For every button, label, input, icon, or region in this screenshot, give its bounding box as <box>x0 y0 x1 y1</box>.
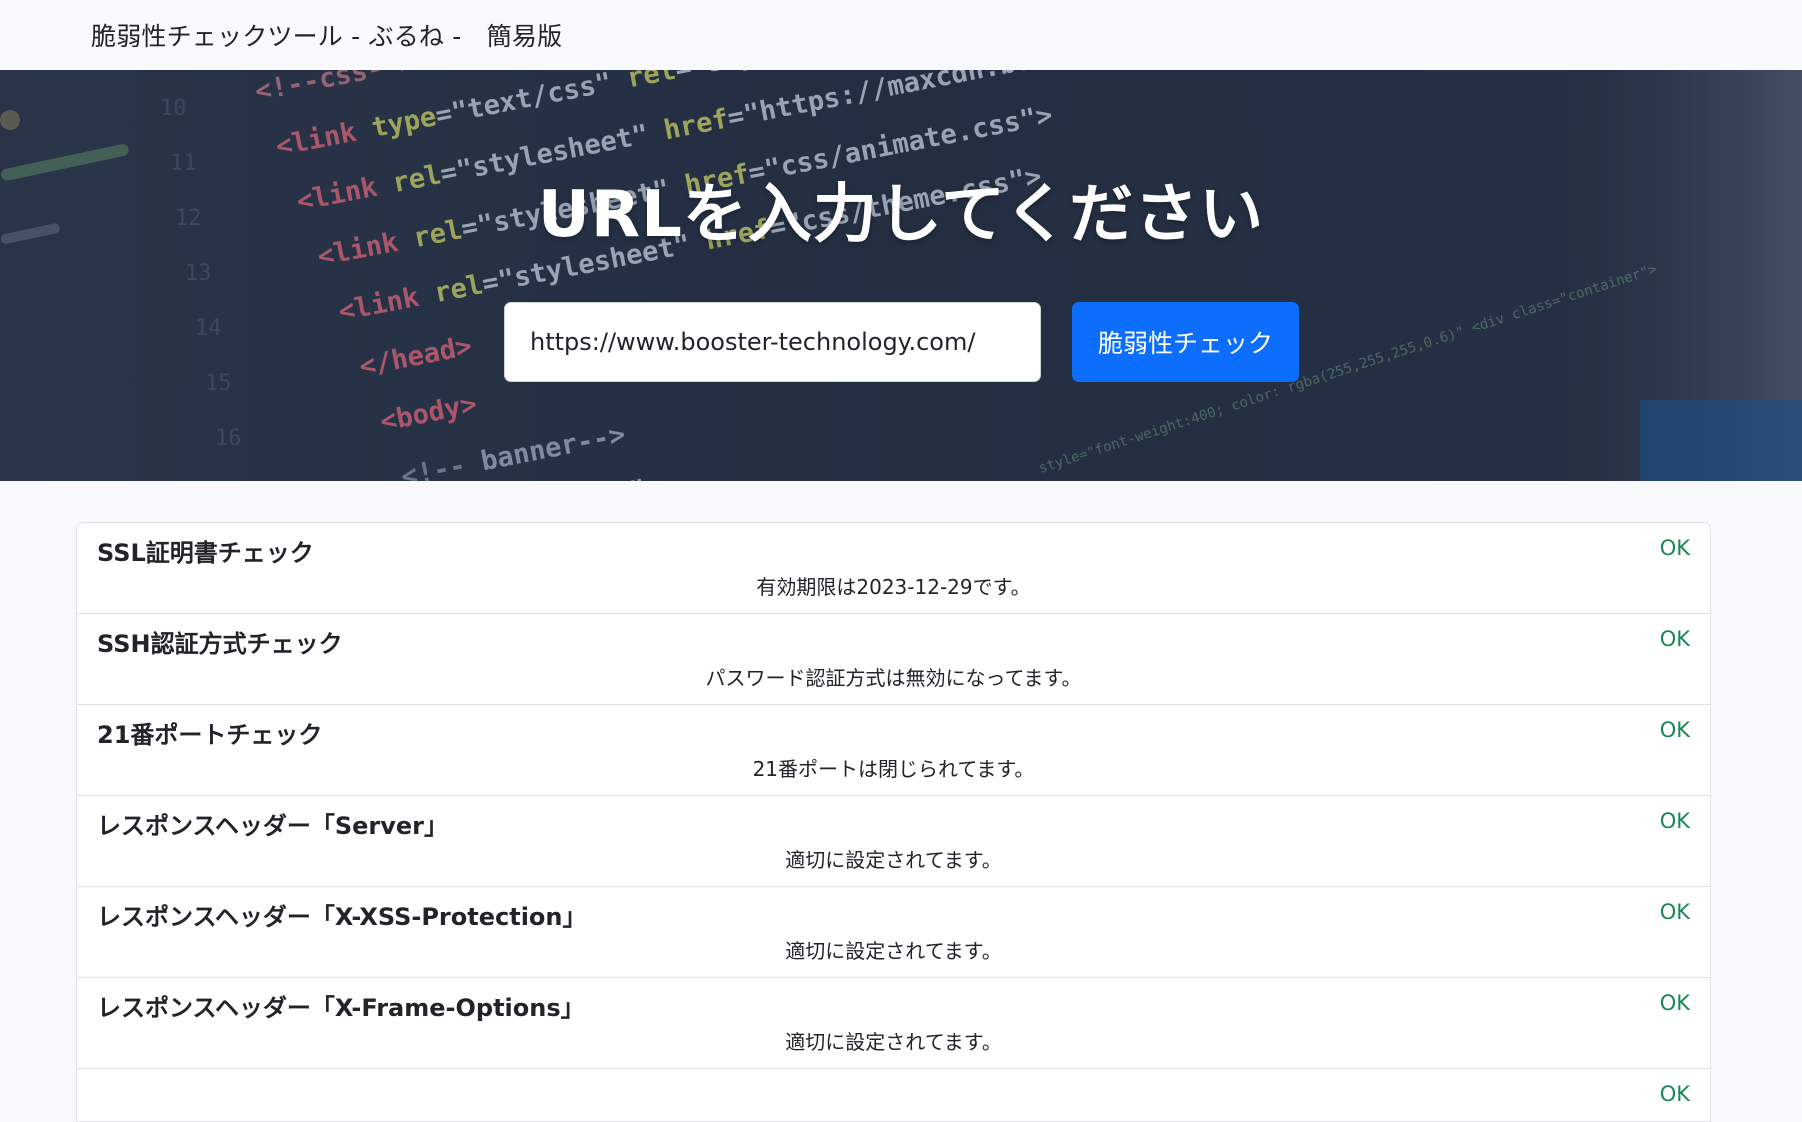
result-title: SSL証明書チェック <box>97 539 314 567</box>
brand-title[interactable]: 脆弱性チェックツール - ぶるね - 簡易版 <box>91 17 562 53</box>
status-badge: OK <box>1659 900 1690 924</box>
result-row-frame-options-header: レスポンスヘッダー「X-Frame-Options」 OK 適切に設定されてます… <box>77 978 1710 1069</box>
result-row-ssl: SSL証明書チェック OK 有効期限は2023-12-29です。 <box>77 523 1710 614</box>
url-input[interactable] <box>504 302 1041 382</box>
result-row-xss-header: レスポンスヘッダー「X-XSS-Protection」 OK 適切に設定されてま… <box>77 887 1710 978</box>
top-navbar: 脆弱性チェックツール - ぶるね - 簡易版 <box>0 0 1802 70</box>
result-row-partial: OK <box>77 1069 1710 1121</box>
result-title: SSH認証方式チェック <box>97 630 343 658</box>
result-description: パスワード認証方式は無効になってます。 <box>705 666 1082 690</box>
result-row-ssh: SSH認証方式チェック OK パスワード認証方式は無効になってます。 <box>77 614 1710 705</box>
status-badge: OK <box>1659 991 1690 1015</box>
result-row-server-header: レスポンスヘッダー「Server」 OK 適切に設定されてます。 <box>77 796 1710 887</box>
result-title: 21番ポートチェック <box>97 721 323 749</box>
result-title: レスポンスヘッダー「Server」 <box>97 812 448 840</box>
result-description: 適切に設定されてます。 <box>785 848 1002 872</box>
hero-title: URLを入力してください <box>537 178 1265 252</box>
result-title: レスポンスヘッダー「X-XSS-Protection」 <box>97 903 587 931</box>
result-description: 有効期限は2023-12-29です。 <box>756 575 1031 599</box>
result-description: 適切に設定されてます。 <box>785 939 1002 963</box>
status-badge: OK <box>1659 809 1690 833</box>
hero-overlay <box>0 70 1802 481</box>
result-title: レスポンスヘッダー「X-Frame-Options」 <box>97 994 585 1022</box>
result-row-port21: 21番ポートチェック OK 21番ポートは閉じられてます。 <box>77 705 1710 796</box>
status-badge: OK <box>1659 627 1690 651</box>
status-badge: OK <box>1659 1082 1690 1106</box>
result-description: 適切に設定されてます。 <box>785 1030 1002 1054</box>
result-description: 21番ポートは閉じられてます。 <box>752 757 1035 781</box>
status-badge: OK <box>1659 718 1690 742</box>
vulnerability-check-button[interactable]: 脆弱性チェック <box>1072 302 1299 382</box>
hero-section: 10 11 12 13 14 15 16 <!--css--> <link ty… <box>0 70 1802 481</box>
results-list: SSL証明書チェック OK 有効期限は2023-12-29です。 SSH認証方式… <box>76 522 1711 1122</box>
status-badge: OK <box>1659 536 1690 560</box>
